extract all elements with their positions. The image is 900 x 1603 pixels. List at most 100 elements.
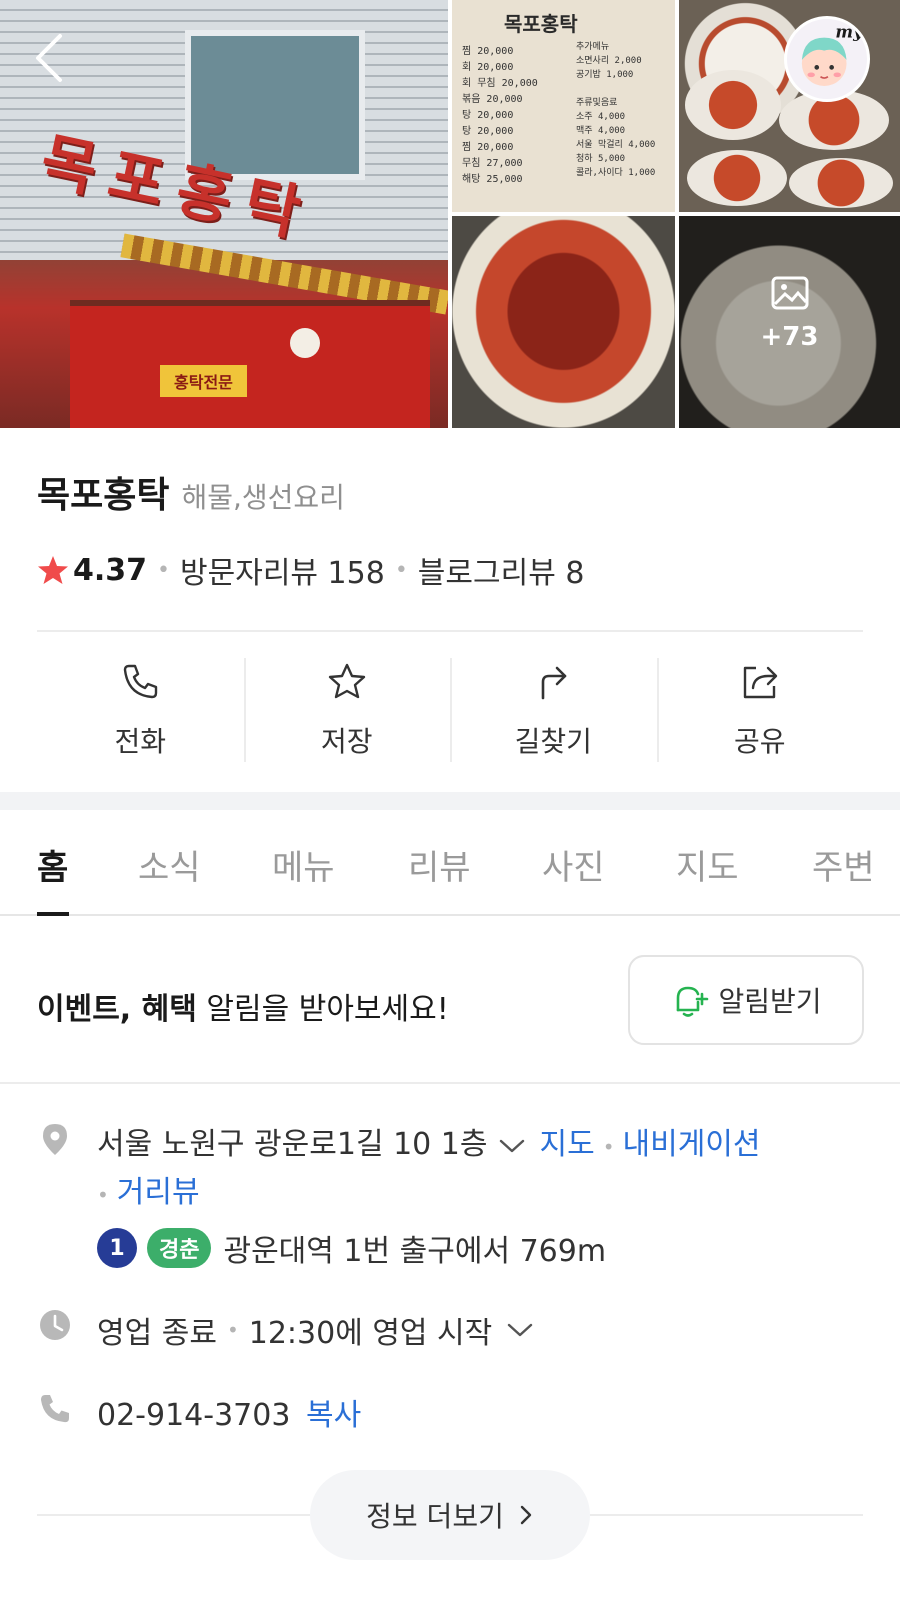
- more-info-button[interactable]: 정보 더보기: [310, 1470, 590, 1560]
- phone-row: 02-914-3703 복사: [97, 1390, 361, 1434]
- phone-number[interactable]: 02-914-3703: [97, 1398, 290, 1433]
- menu-board-line: 콜라,사이다 1,000: [576, 168, 656, 178]
- tab-photo[interactable]: 사진: [542, 840, 605, 889]
- directions-label: 길찾기: [514, 725, 592, 758]
- call-label: 전화: [114, 725, 167, 758]
- rating-row: 4.37 • 방문자리뷰 158 • 블로그리뷰 8: [37, 548, 584, 592]
- save-button[interactable]: 저장: [243, 658, 451, 764]
- active-tab-indicator: [37, 912, 69, 916]
- subscribe-alert-button[interactable]: 알림받기: [628, 955, 864, 1045]
- bell-plus-icon: [677, 986, 709, 1017]
- save-label: 저장: [320, 725, 373, 758]
- food-collage-photo[interactable]: [679, 0, 900, 212]
- menu-board-line: 볶음 20,000: [462, 94, 523, 105]
- divider: [37, 630, 863, 632]
- menu-board-line: 소면사리 2,000: [576, 56, 642, 66]
- next-open-time: 12:30에 영업 시작: [248, 1316, 493, 1351]
- business-hours[interactable]: 영업 종료 • 12:30에 영업 시작: [97, 1308, 534, 1352]
- menu-board-line: 탕 20,000: [462, 126, 514, 137]
- address-block: 서울 노원구 광운로1길 10 1층 지도 • 내비게이션 • 거리뷰: [97, 1122, 817, 1218]
- more-info-label: 정보 더보기: [366, 1500, 504, 1533]
- shop-front: [70, 300, 430, 428]
- visitor-reviews-link[interactable]: 방문자리뷰 158: [180, 548, 385, 592]
- avatar-icon: my: [801, 22, 864, 86]
- call-button[interactable]: 전화: [37, 658, 244, 764]
- directions-button[interactable]: 길찾기: [450, 658, 657, 764]
- action-bar: 전화 저장 길찾기 공유: [37, 658, 863, 764]
- separator-dot: •: [97, 1183, 109, 1207]
- menu-board-right: 추가메뉴 소면사리 2,000 공기밥 1,000 주류및음료 소주 4,000…: [576, 40, 655, 180]
- phone-icon: [124, 664, 158, 699]
- subway-info: 1 경춘 광운대역 1번 출구에서 769m: [97, 1226, 606, 1270]
- more-photos-tile[interactable]: +73: [679, 216, 900, 428]
- clock-icon: [40, 1310, 70, 1340]
- menu-board-line: 해탕 25,000: [462, 174, 523, 185]
- tab-bar: 홈 소식 메뉴 리뷰 사진 지도 주변: [0, 810, 900, 916]
- shop-label: 홍탁전문: [160, 365, 247, 397]
- image-icon: [771, 276, 809, 310]
- photo-gallery[interactable]: 목포홍탁 홍탁전문 목포홍탁 찜 20,000 회 20,000 회 무침 20…: [0, 0, 900, 428]
- phone-icon: [41, 1395, 69, 1423]
- business-status: 영업 종료: [97, 1316, 217, 1351]
- location-pin-icon: [43, 1124, 67, 1155]
- star-outline-icon: [328, 663, 365, 699]
- separator-dot: •: [226, 1318, 239, 1342]
- menu-board-line: 탕 20,000: [462, 110, 514, 121]
- menu-board-line: 맥주 4,000: [576, 126, 626, 136]
- chevron-down-icon[interactable]: [498, 1137, 526, 1155]
- divider: [0, 1082, 900, 1084]
- menu-board-line: 무침 27,000: [462, 158, 523, 169]
- menu-board-line: 회 무침 20,000: [462, 78, 538, 89]
- share-button[interactable]: 공유: [656, 658, 864, 764]
- place-title: 목포홍탁: [37, 475, 170, 516]
- section-gap: [0, 792, 900, 810]
- blog-reviews-link[interactable]: 블로그리뷰 8: [418, 548, 585, 592]
- subway-line-name-badge: 경춘: [147, 1228, 212, 1268]
- subscribe-alert-label: 알림받기: [718, 985, 822, 1018]
- menu-board-left: 찜 20,000 회 20,000 회 무침 20,000 볶음 20,000 …: [462, 44, 538, 188]
- notification-promo-text: 알림을 받아보세요!: [196, 992, 449, 1027]
- tab-map[interactable]: 지도: [676, 840, 739, 889]
- navigation-link[interactable]: 내비게이션: [623, 1127, 761, 1162]
- back-arrow-icon[interactable]: [30, 30, 70, 86]
- my-profile-button[interactable]: my: [784, 16, 870, 102]
- grilled-fish-photo[interactable]: [452, 216, 675, 428]
- food-plate: [687, 150, 787, 206]
- tab-home[interactable]: 홈: [37, 840, 68, 889]
- separator-dot: •: [157, 557, 171, 583]
- subway-distance: 광운대역 1번 출구에서 769m: [223, 1234, 607, 1269]
- tab-nearby[interactable]: 주변: [812, 840, 875, 889]
- chevron-down-icon[interactable]: [506, 1321, 534, 1339]
- menu-board-line: 청하 5,000: [576, 154, 626, 164]
- notification-promo: 이벤트, 혜택 알림을 받아보세요!: [37, 984, 449, 1028]
- menu-board-line: 소주 4,000: [576, 112, 626, 122]
- menu-board-line: 찜 20,000: [462, 46, 514, 57]
- copy-phone-button[interactable]: 복사: [306, 1398, 361, 1433]
- notification-promo-bold: 이벤트, 혜택: [37, 992, 197, 1027]
- lamp: [290, 328, 320, 358]
- map-link[interactable]: 지도: [540, 1127, 595, 1162]
- separator-dot: •: [394, 557, 408, 583]
- more-photos-count: +73: [760, 322, 819, 352]
- food-plate: [789, 158, 893, 208]
- tab-menu[interactable]: 메뉴: [272, 840, 335, 889]
- menu-board-line: 추가메뉴: [576, 42, 610, 52]
- menu-board-line: [576, 82, 655, 96]
- street-view-link[interactable]: 거리뷰: [117, 1175, 200, 1210]
- rating-value: 4.37: [73, 552, 148, 588]
- chevron-right-icon: [520, 1505, 532, 1525]
- directions-icon: [541, 666, 567, 700]
- tab-review[interactable]: 리뷰: [408, 840, 471, 889]
- address-text: 서울 노원구 광운로1길 10 1층: [97, 1127, 488, 1162]
- subway-line-badge: 1: [97, 1228, 137, 1268]
- share-icon: [743, 666, 777, 699]
- share-label: 공유: [733, 725, 786, 758]
- menu-board-photo[interactable]: 목포홍탁 찜 20,000 회 20,000 회 무침 20,000 볶음 20…: [452, 0, 675, 212]
- menu-board-title: 목포홍탁: [504, 12, 578, 36]
- food-plate: [685, 70, 781, 140]
- tab-news[interactable]: 소식: [138, 840, 201, 889]
- star-icon: [38, 556, 68, 584]
- place-category: 해물,생선요리: [181, 481, 345, 514]
- separator-dot: •: [602, 1135, 615, 1159]
- menu-board-line: 찜 20,000: [462, 142, 514, 153]
